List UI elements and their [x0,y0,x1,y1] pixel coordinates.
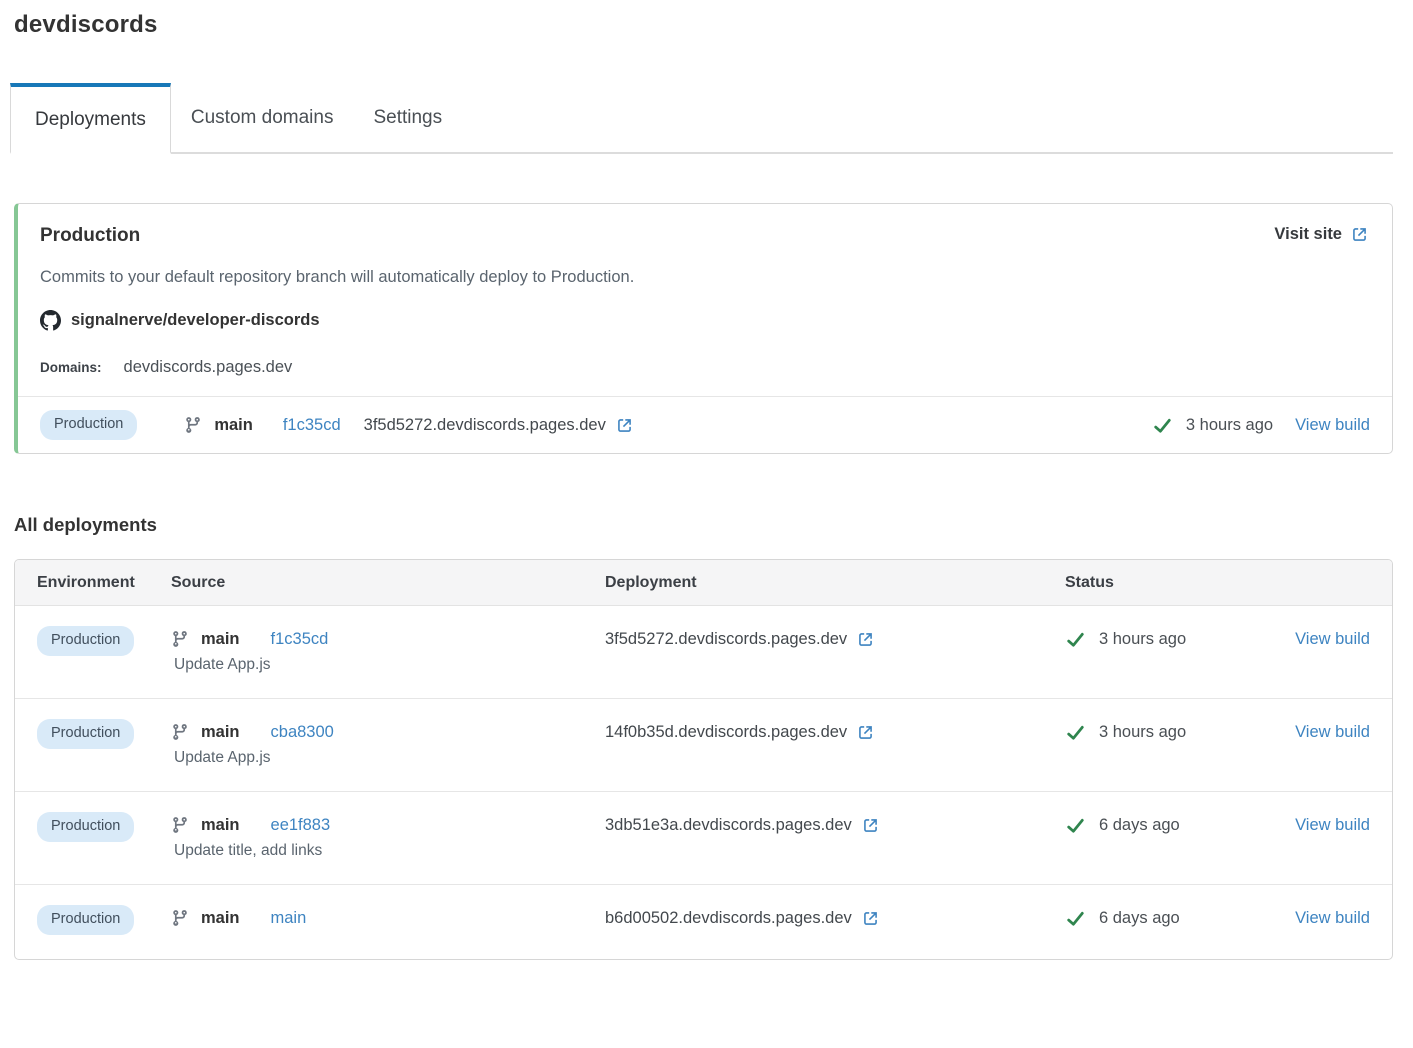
branch-name: main [201,909,240,928]
deployment-time: 3 hours ago [1099,723,1186,742]
deployment-url: 3f5d5272.devdiscords.pages.dev [605,630,847,649]
column-header-environment: Environment [37,574,171,592]
github-repo-link[interactable]: signalnerve/developer-discords [40,310,320,331]
commit-message: Update title, add links [171,842,605,860]
deployment-url: 14f0b35d.devdiscords.pages.dev [605,723,847,742]
success-check-icon [1152,415,1173,436]
deployment-time: 6 days ago [1099,909,1180,928]
branch-name: main [201,723,240,742]
tab-bar: Deployments Custom domains Settings [10,83,1393,154]
production-card: Production Visit site Commits to your de… [14,203,1393,454]
pages-project-page: devdiscords Deployments Custom domains S… [0,11,1413,960]
external-link-icon [862,910,879,927]
environment-badge: Production [37,905,134,935]
column-header-status: Status [1065,574,1284,592]
git-branch-icon [171,816,189,834]
deployment-url-link[interactable]: 3f5d5272.devdiscords.pages.dev [605,630,874,649]
table-header-row: Environment Source Deployment Status [15,560,1392,606]
deployment-time: 3 hours ago [1186,416,1273,435]
table-row: Production main cba8300 Update App.js 14… [15,698,1392,791]
column-header-deployment: Deployment [605,574,1065,592]
commit-link[interactable]: f1c35cd [283,416,341,435]
external-link-icon [862,817,879,834]
visit-site-label: Visit site [1274,225,1342,244]
view-build-link[interactable]: View build [1295,909,1370,928]
success-check-icon [1065,908,1086,929]
column-header-source: Source [171,574,605,592]
commit-link[interactable]: f1c35cd [271,630,329,649]
github-icon [40,310,61,331]
view-build-link[interactable]: View build [1295,630,1370,649]
environment-badge: Production [40,410,137,440]
table-row: Production main f1c35cd Update App.js 3f… [15,606,1392,698]
external-link-icon [857,631,874,648]
deployment-url-link[interactable]: b6d00502.devdiscords.pages.dev [605,909,879,928]
repo-name: signalnerve/developer-discords [71,311,320,330]
tab-custom-domains[interactable]: Custom domains [171,83,354,152]
branch-name: main [201,816,240,835]
branch-name: main [201,630,240,649]
deployment-url: 3db51e3a.devdiscords.pages.dev [605,816,852,835]
production-card-title: Production [40,225,140,247]
all-deployments-title: All deployments [14,514,1393,536]
commit-link[interactable]: ee1f883 [271,816,331,835]
tab-settings[interactable]: Settings [353,83,462,152]
domains-label: Domains: [40,360,102,375]
deployments-table-body: Production main f1c35cd Update App.js 3f… [15,606,1392,959]
git-branch-icon [171,723,189,741]
commit-message: Update App.js [171,749,605,767]
production-deployment-row: Production main f1c35cd 3f5d5272.devdisc… [18,397,1392,453]
success-check-icon [1065,815,1086,836]
view-build-link[interactable]: View build [1295,816,1370,835]
deployment-time: 6 days ago [1099,816,1180,835]
branch-name: main [214,416,253,435]
page-title: devdiscords [14,11,1393,39]
git-branch-icon [171,630,189,648]
commit-link[interactable]: cba8300 [271,723,334,742]
view-build-link[interactable]: View build [1295,723,1370,742]
deployment-url-link[interactable]: 3f5d5272.devdiscords.pages.dev [364,416,633,435]
deployment-time: 3 hours ago [1099,630,1186,649]
domains-value: devdiscords.pages.dev [124,358,293,377]
deployment-url-link[interactable]: 14f0b35d.devdiscords.pages.dev [605,723,874,742]
production-description: Commits to your default repository branc… [40,268,1368,287]
visit-site-link[interactable]: Visit site [1274,225,1368,244]
environment-badge: Production [37,626,134,656]
commit-link[interactable]: main [271,909,307,928]
deployments-table: Environment Source Deployment Status Pro… [14,559,1393,960]
external-link-icon [857,724,874,741]
git-branch-icon [184,416,202,434]
success-check-icon [1065,722,1086,743]
external-link-icon [1351,226,1368,243]
commit-message: Update App.js [171,656,605,674]
deployment-url: 3f5d5272.devdiscords.pages.dev [364,416,606,435]
table-row: Production main ee1f883 Update title, ad… [15,791,1392,884]
git-branch-icon [171,909,189,927]
tab-deployments[interactable]: Deployments [10,83,171,154]
environment-badge: Production [37,719,134,749]
external-link-icon [616,417,633,434]
table-row: Production main main b6d00502.devdiscord… [15,884,1392,959]
deployment-url: b6d00502.devdiscords.pages.dev [605,909,852,928]
view-build-link[interactable]: View build [1295,416,1370,435]
environment-badge: Production [37,812,134,842]
deployment-url-link[interactable]: 3db51e3a.devdiscords.pages.dev [605,816,879,835]
success-check-icon [1065,629,1086,650]
